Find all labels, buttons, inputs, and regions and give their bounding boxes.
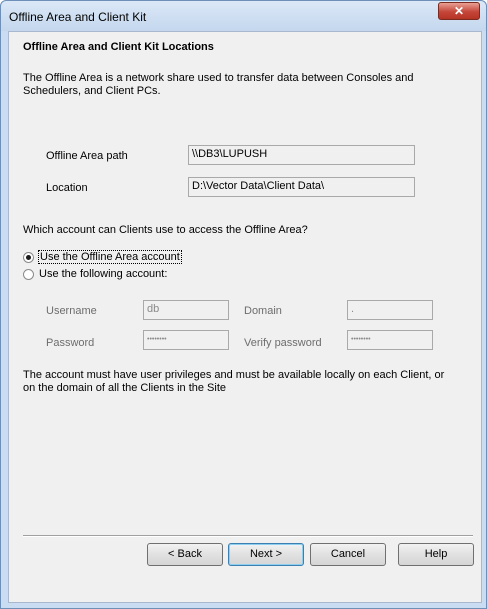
radio-button-checked[interactable] — [23, 252, 34, 263]
radio-label[interactable]: Use the following account: — [39, 268, 167, 280]
verify-password-label: Verify password — [244, 337, 322, 349]
close-button[interactable]: ✕ — [438, 2, 480, 20]
account-note: The account must have user privileges an… — [23, 369, 445, 394]
offline-area-path-field[interactable]: \\DB3\LUPUSH — [188, 145, 415, 165]
dialog-window: Offline Area and Client Kit ✕ Offline Ar… — [0, 0, 487, 609]
account-question: Which account can Clients use to access … — [23, 224, 308, 236]
footer-separator — [23, 535, 473, 537]
help-button[interactable]: Help — [398, 543, 474, 566]
offline-area-path-label: Offline Area path — [46, 150, 128, 162]
domain-label: Domain — [244, 305, 282, 317]
username-field[interactable]: db — [143, 300, 229, 320]
password-label: Password — [46, 337, 95, 349]
radio-button[interactable] — [23, 269, 34, 280]
next-button[interactable]: Next > — [228, 543, 304, 566]
location-field[interactable]: D:\Vector Data\Client Data\ — [188, 177, 415, 197]
section-heading: Offline Area and Client Kit Locations — [23, 41, 214, 53]
close-icon: ✕ — [453, 4, 465, 18]
back-button[interactable]: < Back — [147, 543, 223, 566]
domain-field[interactable]: . — [347, 300, 433, 320]
radio-label[interactable]: Use the Offline Area account — [38, 250, 182, 264]
cancel-button[interactable]: Cancel — [310, 543, 386, 566]
section-description: The Offline Area is a network share used… — [23, 72, 414, 97]
location-label: Location — [46, 182, 88, 194]
window-title: Offline Area and Client Kit — [9, 10, 147, 24]
title-bar[interactable]: Offline Area and Client Kit ✕ — [1, 1, 486, 31]
username-label: Username — [46, 305, 97, 317]
verify-password-field[interactable]: •••••••• — [347, 330, 433, 350]
password-field[interactable]: •••••••• — [143, 330, 229, 350]
